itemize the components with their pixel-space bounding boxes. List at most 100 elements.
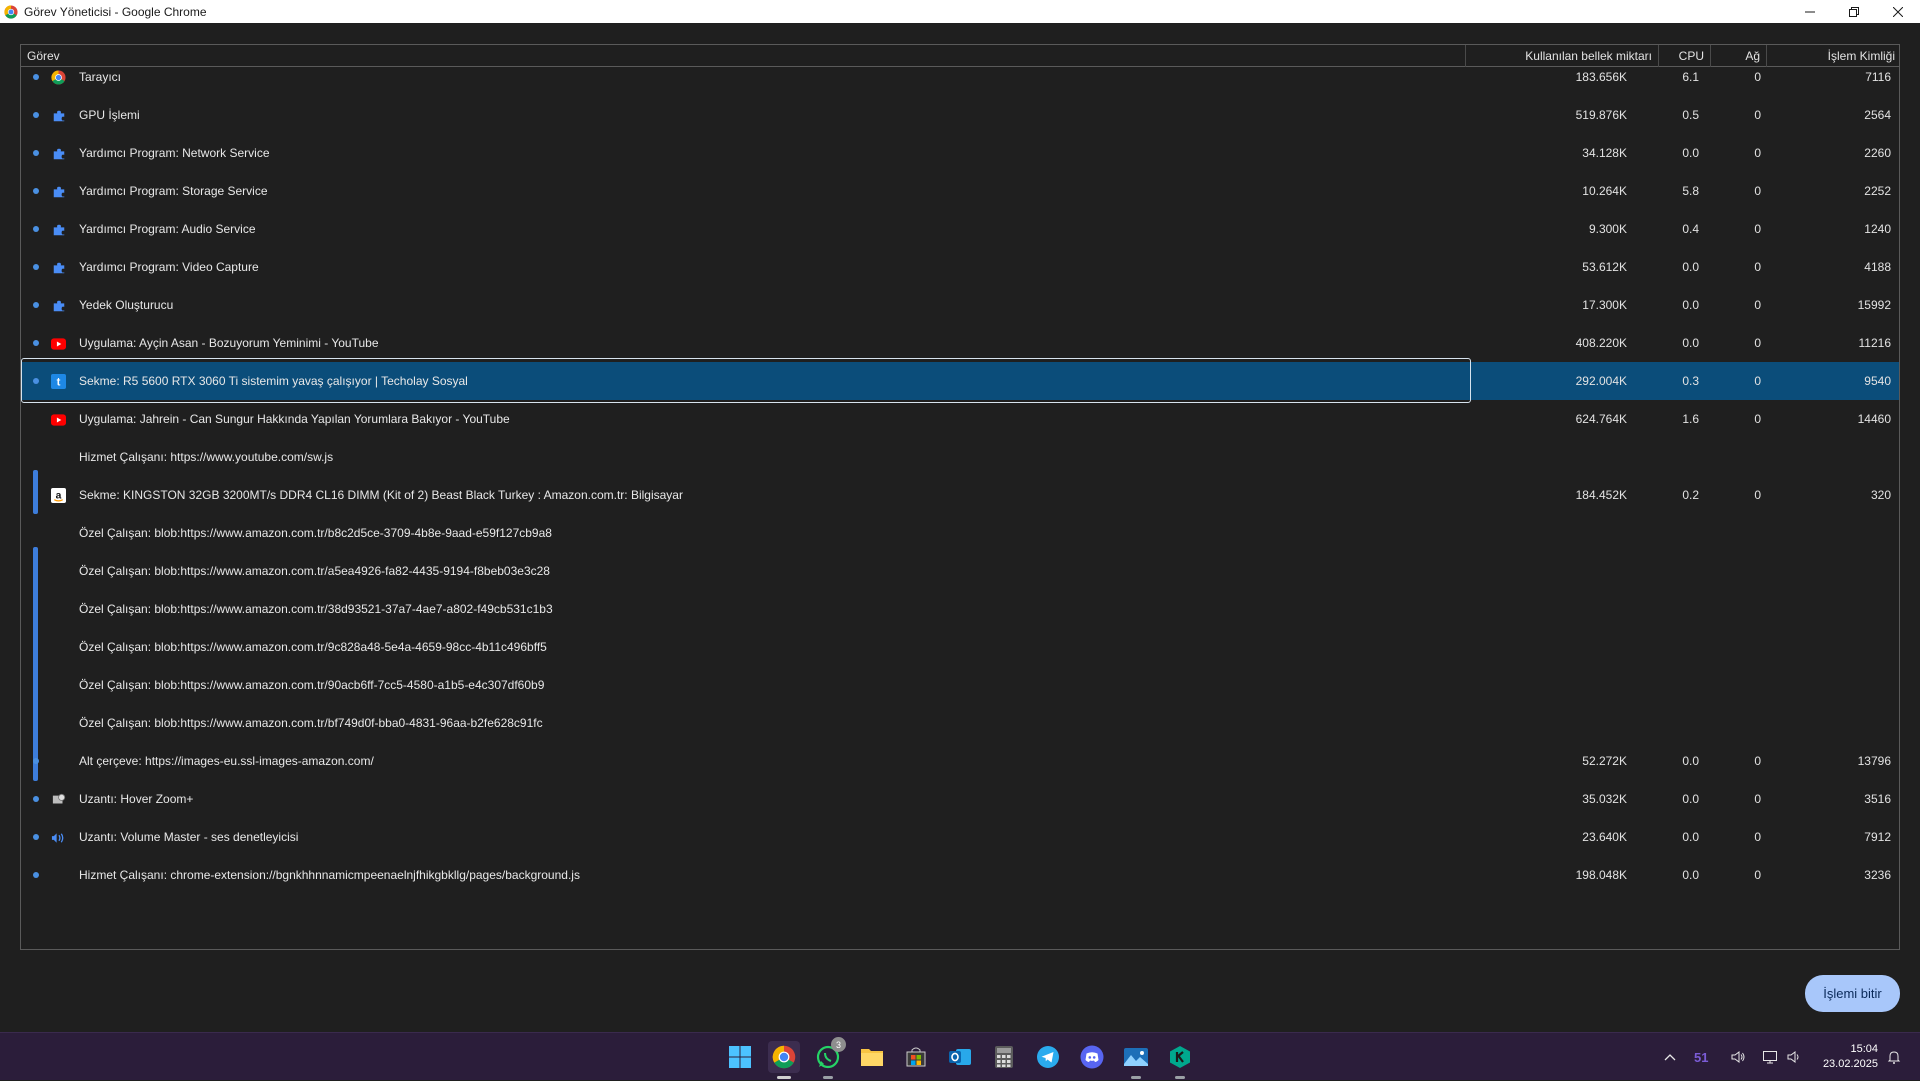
task-name: Hizmet Çalışanı: chrome-extension://bgnk… bbox=[79, 868, 580, 882]
taskbar-outlook[interactable] bbox=[944, 1041, 976, 1073]
memory-cell: 53.612K bbox=[1582, 260, 1627, 274]
puzzle-icon bbox=[51, 298, 66, 313]
taskbar-discord[interactable] bbox=[1076, 1041, 1108, 1073]
table-row[interactable]: Yardımcı Program: Network Service 34.128K… bbox=[21, 134, 1899, 172]
memory-cell: 10.264K bbox=[1582, 184, 1627, 198]
task-name: Uzantı: Volume Master - ses denetleyicis… bbox=[79, 830, 299, 844]
table-row[interactable]: Uzantı: Hover Zoom+ 35.032K 0.0 0 3516 bbox=[21, 780, 1899, 818]
memory-cell: 184.452K bbox=[1575, 488, 1627, 502]
cpu-cell: 0.0 bbox=[1682, 868, 1699, 882]
table-row[interactable]: Tarayıcı 183.656K 6.1 0 7116 bbox=[21, 58, 1899, 96]
table-row[interactable]: Uzantı: Volume Master - ses denetleyicis… bbox=[21, 818, 1899, 856]
taskbar-file-explorer[interactable] bbox=[856, 1041, 888, 1073]
task-name: GPU İşlemi bbox=[79, 108, 140, 122]
cpu-cell: 6.1 bbox=[1682, 70, 1699, 84]
table-row[interactable]: GPU İşlemi 519.876K 0.5 0 2564 bbox=[21, 96, 1899, 134]
taskbar-calculator[interactable] bbox=[988, 1041, 1020, 1073]
memory-cell: 34.128K bbox=[1582, 146, 1627, 160]
memory-cell: 624.764K bbox=[1575, 412, 1627, 426]
puzzle-icon bbox=[51, 108, 66, 123]
task-name: Alt çerçeve: https://images-eu.ssl-image… bbox=[79, 754, 374, 768]
amazon-icon: a bbox=[51, 488, 66, 503]
notification-bell-icon bbox=[1887, 1051, 1901, 1064]
memory-cell: 292.004K bbox=[1575, 374, 1627, 388]
taskbar-store[interactable] bbox=[900, 1041, 932, 1073]
row-bullet bbox=[33, 872, 39, 878]
table-row[interactable]: Özel Çalışan: blob:https://www.amazon.co… bbox=[21, 666, 1899, 704]
row-bullet bbox=[33, 226, 39, 232]
volume-icon[interactable] bbox=[1786, 1049, 1802, 1065]
taskbar-kaspersky[interactable] bbox=[1164, 1041, 1196, 1079]
cpu-cell: 0.0 bbox=[1682, 298, 1699, 312]
task-name: Özel Çalışan: blob:https://www.amazon.co… bbox=[79, 526, 552, 540]
network-cell: 0 bbox=[1754, 374, 1761, 388]
task-name: Özel Çalışan: blob:https://www.amazon.co… bbox=[79, 640, 547, 654]
taskbar-telegram[interactable] bbox=[1032, 1041, 1064, 1073]
row-bullet bbox=[33, 74, 39, 80]
task-name: Tarayıcı bbox=[79, 70, 122, 84]
network-cell: 0 bbox=[1754, 336, 1761, 350]
table-row[interactable]: Yardımcı Program: Storage Service 10.264K… bbox=[21, 172, 1899, 210]
close-button[interactable] bbox=[1876, 0, 1920, 23]
hoverzoom-icon bbox=[51, 792, 66, 807]
pid-cell: 2260 bbox=[1864, 146, 1891, 160]
row-bullet bbox=[33, 758, 39, 764]
table-row[interactable]: Alt çerçeve: https://images-eu.ssl-image… bbox=[21, 742, 1899, 780]
memory-cell: 17.300K bbox=[1582, 298, 1627, 312]
table-row[interactable]: Özel Çalışan: blob:https://www.amazon.co… bbox=[21, 590, 1899, 628]
task-table: Görev Kullanılan bellek miktarı CPU Ağ İ… bbox=[20, 44, 1900, 950]
speaker-icon[interactable] bbox=[1730, 1049, 1746, 1065]
task-name: Uygulama: Jahrein - Can Sungur Hakkında … bbox=[79, 412, 510, 426]
table-row[interactable]: t Sekme: R5 5600 RTX 3060 Ti sistemim yav… bbox=[21, 358, 1899, 403]
pid-cell: 7116 bbox=[1865, 70, 1891, 84]
table-row[interactable]: Uygulama: Ayçin Asan - Bozuyorum Yeminim… bbox=[21, 324, 1899, 362]
notifications-button[interactable] bbox=[1880, 1043, 1908, 1071]
network-cell: 0 bbox=[1754, 868, 1761, 882]
pid-cell: 14460 bbox=[1857, 412, 1891, 426]
restore-button[interactable] bbox=[1832, 0, 1876, 23]
network-cell: 0 bbox=[1754, 260, 1761, 274]
pid-cell: 9540 bbox=[1864, 374, 1891, 388]
puzzle-icon bbox=[51, 260, 66, 275]
pid-cell: 13796 bbox=[1857, 754, 1891, 768]
table-row[interactable]: a Sekme: KINGSTON 32GB 3200MT/s DDR4 CL16… bbox=[21, 476, 1899, 514]
table-row[interactable]: Özel Çalışan: blob:https://www.amazon.co… bbox=[21, 514, 1899, 552]
end-process-button[interactable]: İşlemi bitir bbox=[1805, 975, 1900, 1012]
network-cell: 0 bbox=[1754, 488, 1761, 502]
taskbar-whatsapp[interactable]: 3 bbox=[812, 1037, 846, 1079]
taskbar-chrome[interactable] bbox=[768, 1041, 800, 1079]
kaspersky-icon bbox=[1170, 1046, 1190, 1068]
table-row[interactable]: Özel Çalışan: blob:https://www.amazon.co… bbox=[21, 552, 1899, 590]
table-row[interactable]: Yardımcı Program: Video Capture 53.612K 0.… bbox=[21, 248, 1899, 286]
table-row[interactable]: Yardımcı Program: Audio Service 9.300K 0.4… bbox=[21, 210, 1899, 248]
task-name: Yardımcı Program: Video Capture bbox=[79, 260, 259, 274]
cpu-cell: 0.4 bbox=[1682, 222, 1699, 236]
table-row[interactable]: Hizmet Çalışanı: chrome-extension://bgnk… bbox=[21, 856, 1899, 894]
table-row[interactable]: Hizmet Çalışanı: https://www.youtube.com… bbox=[21, 438, 1899, 476]
memory-cell: 35.032K bbox=[1582, 792, 1627, 806]
tray-weather[interactable]: 51 bbox=[1694, 1050, 1708, 1065]
taskbar-clock[interactable]: 15:04 23.02.2025 bbox=[1823, 1042, 1878, 1072]
memory-cell: 198.048K bbox=[1575, 868, 1627, 882]
taskbar: 3 51 15:04 23.02.2025 bbox=[0, 1032, 1920, 1080]
minimize-button[interactable] bbox=[1788, 0, 1832, 23]
folder-icon bbox=[861, 1049, 883, 1066]
network-cell: 0 bbox=[1754, 412, 1761, 426]
row-bullet bbox=[33, 796, 39, 802]
puzzle-icon bbox=[51, 222, 66, 237]
row-bullet bbox=[33, 302, 39, 308]
chrome-icon bbox=[772, 1045, 796, 1069]
table-row[interactable]: Yedek Oluşturucu 17.300K 0.0 0 15992 bbox=[21, 286, 1899, 324]
task-name: Yedek Oluşturucu bbox=[79, 298, 174, 312]
table-row[interactable]: Özel Çalışan: blob:https://www.amazon.co… bbox=[21, 628, 1899, 666]
table-row[interactable]: Uygulama: Jahrein - Can Sungur Hakkında … bbox=[21, 400, 1899, 438]
cpu-cell: 1.6 bbox=[1682, 412, 1699, 426]
start-button[interactable] bbox=[724, 1041, 756, 1073]
network-icon[interactable] bbox=[1762, 1049, 1778, 1065]
chevron-up-icon[interactable] bbox=[1664, 1053, 1676, 1061]
cpu-cell: 5.8 bbox=[1682, 184, 1699, 198]
taskbar-photos[interactable] bbox=[1120, 1041, 1152, 1079]
windows-icon bbox=[729, 1046, 751, 1068]
table-row[interactable]: Özel Çalışan: blob:https://www.amazon.co… bbox=[21, 704, 1899, 742]
pid-cell: 15992 bbox=[1857, 298, 1891, 312]
